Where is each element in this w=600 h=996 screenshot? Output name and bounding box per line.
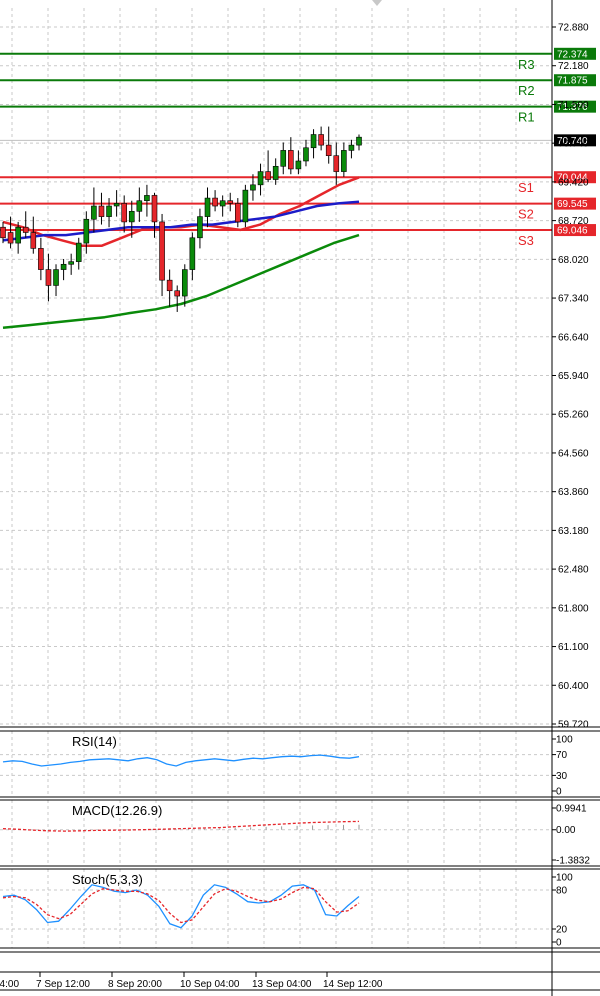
indicator-tick-label: 0 <box>556 938 562 949</box>
candle-body <box>30 232 37 249</box>
price-tick-label: 67.340 <box>558 294 589 305</box>
candle-body <box>53 269 59 286</box>
price-tick-label: 61.800 <box>558 603 589 614</box>
candle-body <box>144 195 150 202</box>
indicator-tick-label: 0.00 <box>556 825 576 836</box>
candle-body <box>341 150 347 172</box>
candle-body <box>272 165 279 180</box>
candle-body <box>303 147 309 162</box>
candle-body <box>113 203 120 207</box>
candle-body <box>121 203 127 223</box>
candle-body <box>333 155 340 172</box>
candle-body <box>288 150 294 170</box>
candle-body <box>0 226 6 239</box>
indicator-tick-label: 30 <box>556 771 568 782</box>
price-tick-label: 68.020 <box>558 255 589 266</box>
price-tick-label: 61.100 <box>558 642 589 653</box>
candle-body <box>325 144 332 157</box>
candle-body <box>60 263 67 270</box>
indicator-tick-label: 100 <box>556 735 573 746</box>
price-tick-label: 68.720 <box>558 216 589 227</box>
indicator-tick-label: 0.9941 <box>556 804 587 815</box>
price-tick-label: 65.260 <box>558 410 589 421</box>
price-tick-label: 63.860 <box>558 487 589 498</box>
level-label-r1: R1 <box>518 110 535 125</box>
candle-body <box>83 218 90 244</box>
candle-body <box>235 203 241 223</box>
indicator-title: MACD(12.26.9) <box>72 803 162 818</box>
candle-body <box>45 269 52 286</box>
price-tick-label: 63.180 <box>558 526 589 537</box>
candle-body <box>136 200 143 212</box>
level-price-badge-text: 69.545 <box>557 199 588 210</box>
candle-body <box>15 226 21 244</box>
candle-body <box>242 189 249 223</box>
candle-body <box>7 232 14 244</box>
price-tick-label: 64.560 <box>558 448 589 459</box>
level-label-s3: S3 <box>518 233 534 248</box>
level-label-s1: S1 <box>518 180 534 195</box>
candle-body <box>22 226 29 233</box>
price-tick-label: 72.880 <box>558 23 589 34</box>
level-label-r3: R3 <box>518 57 535 72</box>
candle-body <box>128 211 135 223</box>
candle-body <box>91 205 97 220</box>
time-tick-label: 10 Sep 04:00 <box>180 979 240 990</box>
candle-body <box>204 197 211 217</box>
price-tick-label: 69.420 <box>558 177 589 188</box>
level-label-r2: R2 <box>518 83 535 98</box>
candle-body <box>280 150 287 167</box>
candle-body <box>106 205 112 217</box>
price-tick-label: 59.720 <box>558 720 589 731</box>
candle-body <box>356 136 362 146</box>
indicator-tick-label: 70 <box>556 750 568 761</box>
price-tick-label: 60.400 <box>558 681 589 692</box>
time-tick-label: 8 Sep 20:00 <box>108 979 162 990</box>
level-label-s2: S2 <box>518 207 534 222</box>
price-tick-label: 72.180 <box>558 61 589 72</box>
indicator-tick-label: 80 <box>556 886 568 897</box>
level-price-badge-text: 69.046 <box>557 226 588 237</box>
indicator-tick-label: -1.3832 <box>556 856 590 867</box>
level-price-badge-text: 71.875 <box>557 76 588 87</box>
candle-body <box>212 197 218 207</box>
candle-body <box>174 290 181 297</box>
candle-body <box>265 171 271 180</box>
candle-body <box>219 200 226 207</box>
time-tick-label: 13 Sep 04:00 <box>252 979 312 990</box>
indicator-title: Stoch(5,3,3) <box>72 872 143 887</box>
indicator-title: RSI(14) <box>72 734 117 749</box>
candle-body <box>348 144 355 151</box>
chart-background <box>0 0 600 996</box>
price-chart: R372.374R271.875R171.376S170.044S269.545… <box>0 0 600 996</box>
time-tick-label: 04:00 <box>0 979 19 990</box>
candle-body <box>295 160 302 170</box>
candle-body <box>227 200 234 204</box>
candle-body <box>197 216 203 239</box>
price-tick-label: 66.640 <box>558 332 589 343</box>
time-tick-label: 14 Sep 12:00 <box>323 979 383 990</box>
indicator-tick-label: 0 <box>556 787 562 798</box>
candle-body <box>310 134 317 149</box>
price-tick-label: 62.480 <box>558 565 589 576</box>
price-tick-label: 71.500 <box>558 100 589 111</box>
candle-body <box>38 248 44 270</box>
candle-body <box>151 195 158 223</box>
indicator-tick-label: 100 <box>556 873 573 884</box>
time-tick-label: 7 Sep 12:00 <box>36 979 90 990</box>
candle-body <box>166 279 173 292</box>
price-tick-label: 65.940 <box>558 371 589 382</box>
indicator-tick-label: 20 <box>556 925 568 936</box>
price-tick-label: 70.740 <box>558 139 589 150</box>
candle-body <box>75 242 82 262</box>
candle-body <box>98 205 105 217</box>
candle-body <box>181 269 188 297</box>
candle-body <box>257 171 264 186</box>
candle-body <box>250 184 256 191</box>
candle-body <box>68 261 74 265</box>
candle-body <box>159 221 165 281</box>
candle-body <box>318 134 324 146</box>
level-price-badge-text: 72.374 <box>557 49 588 60</box>
candle-body <box>189 237 196 270</box>
